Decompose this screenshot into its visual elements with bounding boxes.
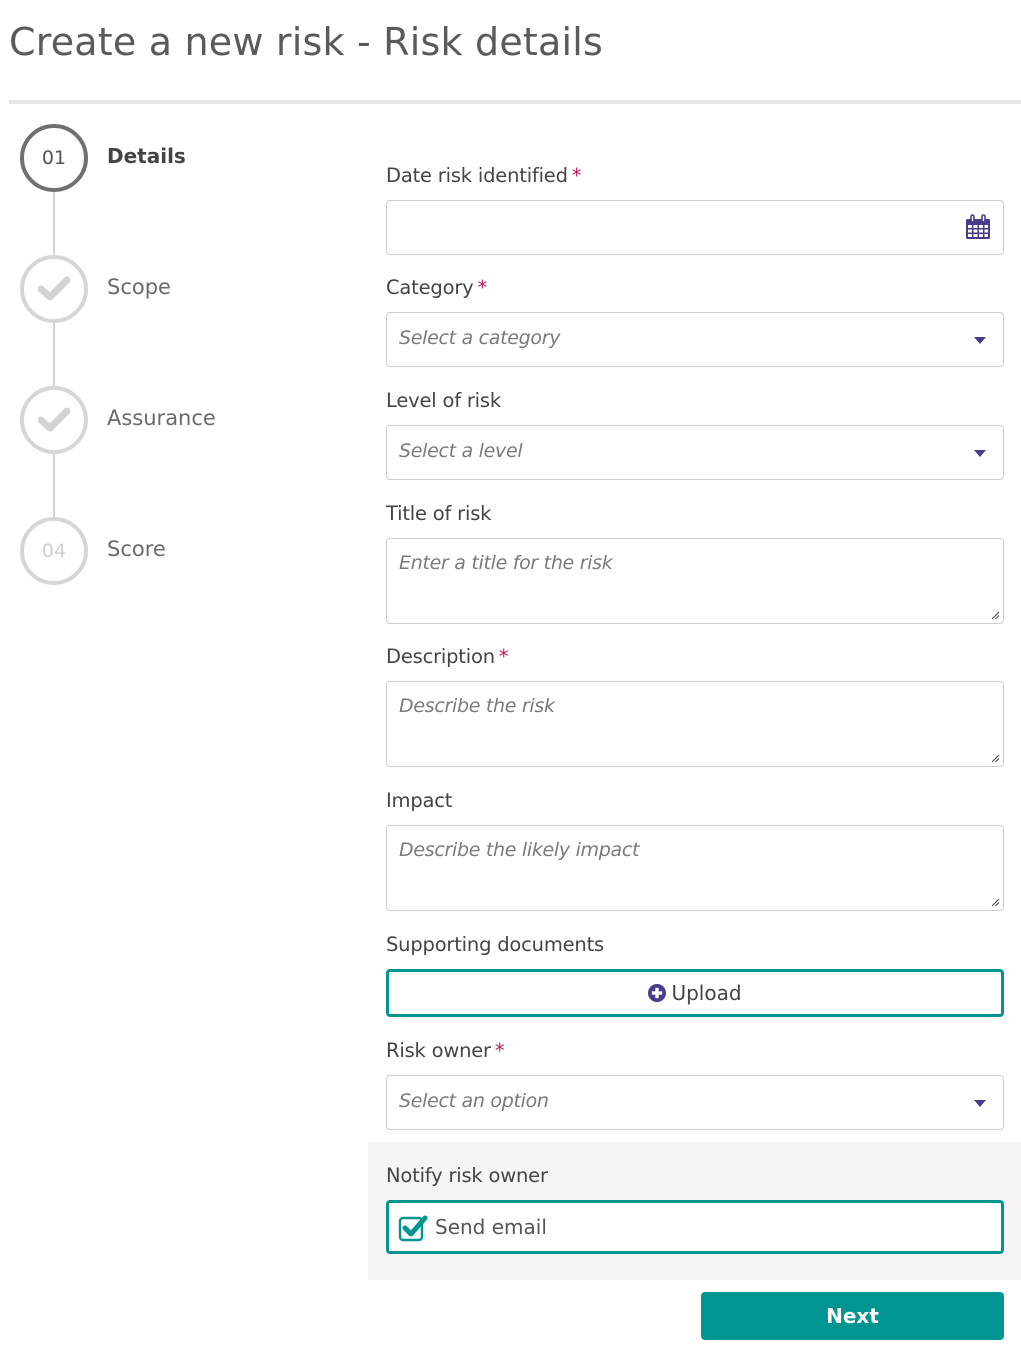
level-placeholder: Select a level	[399, 440, 523, 462]
calendar-icon[interactable]	[964, 213, 992, 241]
step-number-badge: 01	[20, 124, 88, 192]
step-connector	[53, 454, 55, 518]
step-number-badge: 04	[20, 517, 88, 585]
title-divider	[9, 100, 1021, 104]
impact-label: Impact	[386, 789, 452, 812]
plus-circle-icon	[648, 984, 667, 1002]
required-marker: *	[498, 645, 509, 668]
caret-down-icon	[974, 1100, 986, 1107]
label-text: Title of risk	[386, 502, 492, 525]
resize-handle-icon[interactable]	[990, 897, 1000, 907]
notify-label: Notify risk owner	[386, 1164, 548, 1187]
description-placeholder: Describe the risk	[399, 695, 555, 717]
step-label: Scope	[107, 275, 171, 299]
step-connector	[53, 323, 55, 387]
caret-down-icon	[974, 337, 986, 344]
title-placeholder: Enter a title for the risk	[399, 552, 613, 574]
title-label: Title of risk	[386, 502, 491, 525]
label-text: Category	[386, 276, 474, 299]
owner-placeholder: Select an option	[399, 1090, 549, 1112]
owner-select[interactable]: Select an option	[386, 1075, 1004, 1130]
step-label: Details	[107, 144, 186, 168]
category-placeholder: Select a category	[399, 327, 561, 349]
step-score[interactable]: 04 Score	[20, 517, 166, 585]
label-text: Notify risk owner	[386, 1164, 548, 1187]
category-label: Category *	[386, 276, 487, 299]
check-icon	[38, 276, 70, 301]
date-identified-label: Date risk identified *	[386, 164, 582, 187]
label-text: Level of risk	[386, 389, 501, 412]
step-complete-badge	[20, 255, 88, 323]
category-select[interactable]: Select a category	[386, 312, 1004, 367]
impact-placeholder: Describe the likely impact	[399, 839, 640, 861]
checkbox-checked-icon[interactable]	[398, 1212, 428, 1242]
resize-handle-icon[interactable]	[990, 753, 1000, 763]
check-icon	[38, 407, 70, 432]
owner-label: Risk owner *	[386, 1039, 505, 1062]
title-textarea[interactable]: Enter a title for the risk	[386, 538, 1004, 624]
label-text: Date risk identified	[386, 164, 568, 187]
description-label: Description *	[386, 645, 509, 668]
step-number: 01	[41, 147, 67, 169]
upload-label: Upload	[671, 981, 742, 1005]
level-label: Level of risk	[386, 389, 501, 412]
required-marker: *	[477, 276, 488, 299]
upload-button[interactable]: Upload	[386, 969, 1004, 1017]
page-title: Create a new risk - Risk details	[9, 20, 604, 64]
send-email-label: Send email	[435, 1215, 547, 1239]
step-details[interactable]: 01 Details	[20, 124, 186, 192]
step-scope[interactable]: Scope	[20, 255, 171, 323]
step-assurance[interactable]: Assurance	[20, 386, 216, 454]
documents-label: Supporting documents	[386, 933, 604, 956]
label-text: Supporting documents	[386, 933, 604, 956]
step-connector	[53, 192, 55, 256]
step-label: Score	[107, 537, 166, 561]
resize-handle-icon[interactable]	[990, 610, 1000, 620]
step-complete-badge	[20, 386, 88, 454]
send-email-checkbox[interactable]: Send email	[386, 1200, 1004, 1254]
description-textarea[interactable]: Describe the risk	[386, 681, 1004, 767]
caret-down-icon	[974, 450, 986, 457]
step-number: 04	[41, 540, 67, 562]
step-label: Assurance	[107, 406, 216, 430]
required-marker: *	[494, 1039, 505, 1062]
label-text: Risk owner	[386, 1039, 491, 1062]
required-marker: *	[571, 164, 582, 187]
impact-textarea[interactable]: Describe the likely impact	[386, 825, 1004, 911]
date-identified-input[interactable]	[386, 200, 1004, 255]
label-text: Description	[386, 645, 495, 668]
label-text: Impact	[386, 789, 453, 812]
next-button[interactable]: Next	[701, 1292, 1004, 1340]
level-select[interactable]: Select a level	[386, 425, 1004, 480]
